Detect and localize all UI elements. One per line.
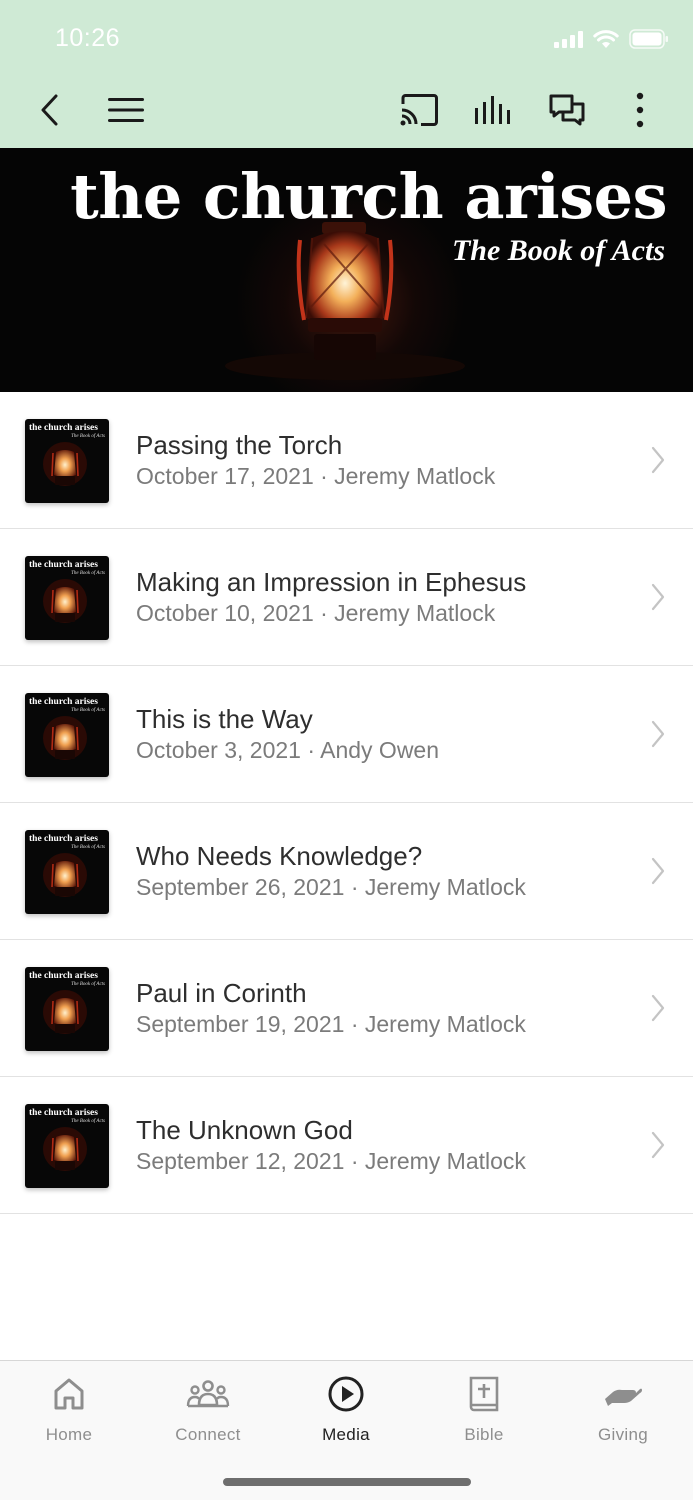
chevron-right-icon bbox=[651, 583, 665, 611]
sermon-meta: October 17, 2021 · Jeremy Matlock bbox=[136, 463, 496, 489]
chevron-right-icon bbox=[651, 720, 665, 748]
thumbnail-subtitle: The Book of Acts bbox=[71, 571, 105, 576]
audio-button[interactable] bbox=[469, 86, 517, 134]
battery-icon bbox=[629, 29, 668, 49]
sermon-title: This is the Way bbox=[136, 704, 313, 734]
chevron-right-icon bbox=[651, 994, 665, 1022]
sermon-thumbnail: the church arises The Book of Acts bbox=[25, 967, 109, 1051]
thumbnail-title: the church arises bbox=[29, 423, 98, 433]
sermon-row[interactable]: the church arises The Book of Acts This … bbox=[0, 666, 693, 803]
tab-giving[interactable]: Giving bbox=[554, 1375, 692, 1445]
thumbnail-title: the church arises bbox=[29, 971, 98, 981]
giving-hand-icon bbox=[605, 1388, 642, 1406]
sermon-meta: September 26, 2021 · Jeremy Matlock bbox=[136, 874, 526, 900]
sermon-title: Making an Impression in Ephesus bbox=[136, 567, 527, 597]
cast-icon bbox=[400, 94, 438, 126]
chevron-right-icon bbox=[651, 857, 665, 885]
tab-home-label: Home bbox=[45, 1425, 93, 1444]
thumbnail-subtitle: The Book of Acts bbox=[71, 982, 105, 987]
thumbnail-title: the church arises bbox=[29, 1108, 98, 1118]
series-subtitle: The Book of Acts bbox=[451, 234, 665, 267]
sermon-title: Paul in Corinth bbox=[136, 978, 307, 1008]
thumbnail-title: the church arises bbox=[29, 697, 98, 707]
tab-media-label: Media bbox=[322, 1425, 370, 1444]
sermon-meta: September 19, 2021 · Jeremy Matlock bbox=[136, 1011, 526, 1037]
chevron-left-icon bbox=[41, 94, 58, 126]
more-options-button[interactable] bbox=[616, 86, 664, 134]
status-icons bbox=[554, 26, 669, 52]
people-icon bbox=[186, 1380, 230, 1408]
sermon-title: The Unknown God bbox=[136, 1115, 353, 1145]
sermon-thumbnail: the church arises The Book of Acts bbox=[25, 693, 109, 777]
sermon-title: Who Needs Knowledge? bbox=[136, 841, 423, 871]
sermon-meta: September 12, 2021 · Jeremy Matlock bbox=[136, 1148, 526, 1174]
bottom-tab-bar: Home Connect Media Bible Giving bbox=[0, 1360, 693, 1500]
bible-icon bbox=[469, 1376, 499, 1412]
tab-bible[interactable]: Bible bbox=[415, 1375, 553, 1445]
series-title: the church arises bbox=[70, 160, 667, 233]
home-icon bbox=[54, 1378, 84, 1410]
back-button[interactable] bbox=[26, 86, 74, 134]
thumbnail-title: the church arises bbox=[29, 834, 98, 844]
thumbnail-subtitle: The Book of Acts bbox=[71, 434, 105, 439]
tab-connect-label: Connect bbox=[175, 1425, 241, 1444]
sermon-thumbnail: the church arises The Book of Acts bbox=[25, 830, 109, 914]
chevron-right-icon bbox=[651, 446, 665, 474]
tab-giving-label: Giving bbox=[598, 1425, 648, 1444]
hamburger-menu-icon bbox=[108, 98, 144, 122]
sermon-row[interactable]: the church arises The Book of Acts The U… bbox=[0, 1077, 693, 1214]
sermon-thumbnail: the church arises The Book of Acts bbox=[25, 556, 109, 640]
home-indicator bbox=[223, 1478, 471, 1486]
sermon-thumbnail: the church arises The Book of Acts bbox=[25, 419, 109, 503]
sermon-row[interactable]: the church arises The Book of Acts Makin… bbox=[0, 529, 693, 666]
sermon-row[interactable]: the church arises The Book of Acts Paul … bbox=[0, 940, 693, 1077]
more-vertical-icon bbox=[636, 92, 644, 128]
tab-media[interactable]: Media bbox=[277, 1375, 415, 1445]
chevron-right-icon bbox=[651, 1131, 665, 1159]
sermon-thumbnail: the church arises The Book of Acts bbox=[25, 1104, 109, 1188]
cast-button[interactable] bbox=[395, 86, 443, 134]
wifi-icon bbox=[593, 30, 619, 48]
sermon-meta: October 3, 2021 · Andy Owen bbox=[136, 737, 440, 763]
thumbnail-subtitle: The Book of Acts bbox=[71, 845, 105, 850]
status-time: 10:26 bbox=[55, 24, 121, 52]
audio-bars-icon bbox=[475, 96, 510, 124]
tab-home[interactable]: Home bbox=[0, 1375, 138, 1445]
menu-button[interactable] bbox=[102, 86, 150, 134]
sermon-title: Passing the Torch bbox=[136, 430, 343, 460]
series-banner: the church arises The Book of Acts bbox=[0, 148, 693, 392]
tab-connect[interactable]: Connect bbox=[139, 1375, 277, 1445]
thumbnail-subtitle: The Book of Acts bbox=[71, 708, 105, 713]
sermon-row[interactable]: the church arises The Book of Acts Passi… bbox=[0, 392, 693, 529]
thumbnail-title: the church arises bbox=[29, 560, 98, 570]
sermon-meta: October 10, 2021 · Jeremy Matlock bbox=[136, 600, 496, 626]
cellular-signal-icon bbox=[554, 30, 583, 48]
thumbnail-subtitle: The Book of Acts bbox=[71, 1119, 105, 1124]
tab-bible-label: Bible bbox=[464, 1425, 504, 1444]
sermon-row[interactable]: the church arises The Book of Acts Who N… bbox=[0, 803, 693, 940]
play-circle-icon bbox=[328, 1376, 364, 1412]
app-header: 10:26 bbox=[0, 0, 693, 148]
chat-button[interactable] bbox=[543, 86, 591, 134]
sermon-list: the church arises The Book of Acts Passi… bbox=[0, 392, 693, 1214]
chat-bubbles-icon bbox=[549, 94, 585, 126]
